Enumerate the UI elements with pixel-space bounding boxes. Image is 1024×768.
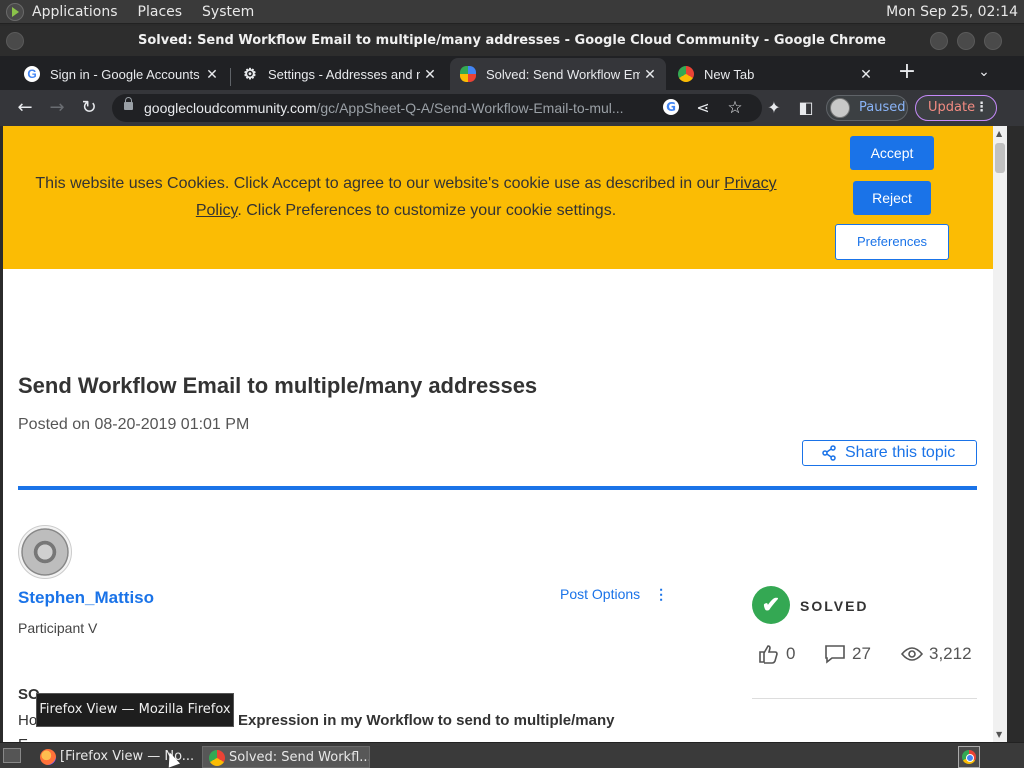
- extensions-puzzle-icon[interactable]: ✦: [762, 96, 786, 120]
- update-button[interactable]: Update ⋮: [915, 95, 997, 121]
- tab-label: Sign in - Google Accounts: [50, 66, 200, 82]
- chrome-icon: [209, 750, 225, 766]
- share-icon: [822, 445, 836, 461]
- share-topic-button[interactable]: Share this topic: [802, 440, 977, 466]
- minimize-icon[interactable]: [930, 32, 948, 50]
- google-g-icon: G: [24, 66, 40, 82]
- lock-icon[interactable]: [124, 97, 133, 110]
- window-title: Solved: Send Workflow Email to multiple/…: [138, 33, 886, 48]
- bookmark-star-icon[interactable]: ☆: [723, 96, 747, 120]
- cookie-preferences-button[interactable]: Preferences: [835, 224, 949, 260]
- url-path: /gc/AppSheet-Q-A/Send-Workflow-Email-to-…: [316, 100, 624, 116]
- author-rank: Participant V: [18, 620, 98, 636]
- privacy-policy-link-2[interactable]: Policy: [196, 202, 238, 219]
- replies-count[interactable]: 27: [824, 644, 871, 664]
- cookie-text-part: This website uses Cookies. Click Accept …: [35, 175, 725, 192]
- tab-settings[interactable]: ⚙ Settings - Addresses and m ✕: [232, 58, 446, 90]
- author-link[interactable]: Stephen_Mattiso: [18, 588, 154, 608]
- tab-label: Settings - Addresses and m: [268, 66, 420, 82]
- privacy-policy-link[interactable]: Privacy: [724, 175, 776, 192]
- cookie-message: This website uses Cookies. Click Accept …: [11, 170, 801, 224]
- likes-value: 0: [786, 644, 796, 663]
- side-panel-icon[interactable]: ◧: [794, 96, 818, 120]
- google-cloud-icon: [460, 66, 476, 82]
- cookie-text-part: . Click Preferences to customize your co…: [237, 202, 617, 219]
- url-host: googlecloudcommunity.com: [144, 100, 317, 116]
- toolbar: ← → ↻ googlecloudcommunity.com/gc/AppShe…: [0, 90, 1024, 126]
- post-options-button[interactable]: Post Options ⋮: [560, 586, 668, 603]
- reload-icon[interactable]: ↻: [77, 96, 101, 120]
- system-menu[interactable]: System: [202, 4, 254, 20]
- views-value: 3,212: [929, 644, 972, 663]
- cookie-banner: This website uses Cookies. Click Accept …: [3, 126, 993, 269]
- back-arrow-icon[interactable]: ←: [13, 96, 37, 120]
- tooltip: Firefox View — Mozilla Firefox: [36, 693, 234, 727]
- post-options-label: Post Options: [560, 586, 641, 602]
- tab-search-chevron-icon[interactable]: ⌄: [972, 60, 996, 84]
- posted-date: Posted on 08-20-2019 01:01 PM: [18, 416, 250, 433]
- applications-menu[interactable]: Applications: [32, 4, 118, 20]
- places-menu[interactable]: Places: [138, 4, 183, 20]
- close-tab-icon[interactable]: ✕: [640, 66, 660, 83]
- profile-paused-button[interactable]: Paused: [826, 95, 908, 121]
- taskbar-item-label: Solved: Send Workfl...: [229, 750, 370, 765]
- tab-strip: G Sign in - Google Accounts ✕ ⚙ Settings…: [0, 56, 1024, 90]
- post-body-bold: o” Expression in my Workflow to send to …: [217, 712, 615, 729]
- avatar: [830, 98, 850, 118]
- update-label: Update: [928, 100, 976, 115]
- tab-label: Solved: Send Workflow Em: [486, 66, 640, 82]
- kebab-menu-icon[interactable]: ⋮: [975, 96, 988, 120]
- maximize-icon[interactable]: [957, 32, 975, 50]
- show-desktop-icon[interactable]: [3, 748, 21, 763]
- scroll-thumb[interactable]: [995, 143, 1005, 173]
- chrome-tray-icon[interactable]: [958, 746, 980, 768]
- taskbar: [Firefox View — No... Solved: Send Workf…: [0, 742, 1024, 768]
- comment-icon: [825, 645, 845, 664]
- forward-arrow-icon[interactable]: →: [45, 96, 69, 120]
- accept-cookies-button[interactable]: Accept: [850, 136, 934, 170]
- window-border: [1007, 126, 1024, 742]
- chrome-icon: [678, 66, 694, 82]
- avatar[interactable]: [18, 525, 72, 579]
- divider: [752, 698, 977, 699]
- replies-value: 27: [852, 644, 871, 663]
- close-tab-icon[interactable]: ✕: [856, 66, 876, 83]
- scroll-up-icon[interactable]: ▲: [996, 129, 1002, 138]
- window-titlebar[interactable]: Solved: Send Workflow Email to multiple/…: [0, 26, 1024, 56]
- new-tab-plus-icon[interactable]: +: [895, 60, 919, 84]
- taskbar-item-chrome[interactable]: Solved: Send Workfl...: [202, 746, 370, 768]
- post-body-fragment: Ho: [18, 712, 38, 729]
- tab-sign-in[interactable]: G Sign in - Google Accounts ✕: [14, 58, 228, 90]
- reject-cookies-button[interactable]: Reject: [853, 181, 931, 215]
- share-icon[interactable]: ⋖: [691, 96, 715, 120]
- share-label: Share this topic: [845, 444, 956, 461]
- clock[interactable]: Mon Sep 25, 02:14: [886, 4, 1018, 20]
- close-tab-icon[interactable]: ✕: [420, 66, 440, 83]
- close-window-icon[interactable]: [984, 32, 1002, 50]
- gear-icon: ⚙: [243, 66, 257, 83]
- page-title: Send Workflow Email to multiple/many add…: [18, 373, 538, 398]
- page-scrollbar[interactable]: [993, 126, 1007, 742]
- google-lens-icon[interactable]: G: [659, 96, 683, 120]
- likes-count[interactable]: 0: [758, 644, 795, 664]
- scroll-down-icon[interactable]: ▼: [996, 730, 1002, 739]
- thumbs-up-icon: [759, 645, 778, 664]
- gnome-foot-icon[interactable]: [6, 2, 24, 21]
- tab-label: New Tab: [704, 66, 755, 82]
- kebab-menu-icon: ⋮: [654, 586, 668, 602]
- top-panel: Applications Places System Mon Sep 25, 0…: [0, 0, 1024, 24]
- firefox-icon: [40, 749, 56, 765]
- page-viewport: This website uses Cookies. Click Accept …: [3, 126, 993, 742]
- divider: [18, 486, 977, 490]
- solved-status: SOLVED: [800, 598, 869, 614]
- checkmark-icon: ✔: [752, 586, 790, 624]
- close-tab-icon[interactable]: ✕: [202, 66, 222, 83]
- profile-status: Paused: [859, 100, 906, 115]
- window-menu-icon[interactable]: [6, 32, 24, 50]
- tab-solved[interactable]: Solved: Send Workflow Em ✕: [450, 58, 666, 90]
- views-count: 3,212: [901, 644, 972, 664]
- eye-icon: [901, 647, 923, 661]
- tab-new-tab[interactable]: New Tab ✕: [668, 58, 882, 90]
